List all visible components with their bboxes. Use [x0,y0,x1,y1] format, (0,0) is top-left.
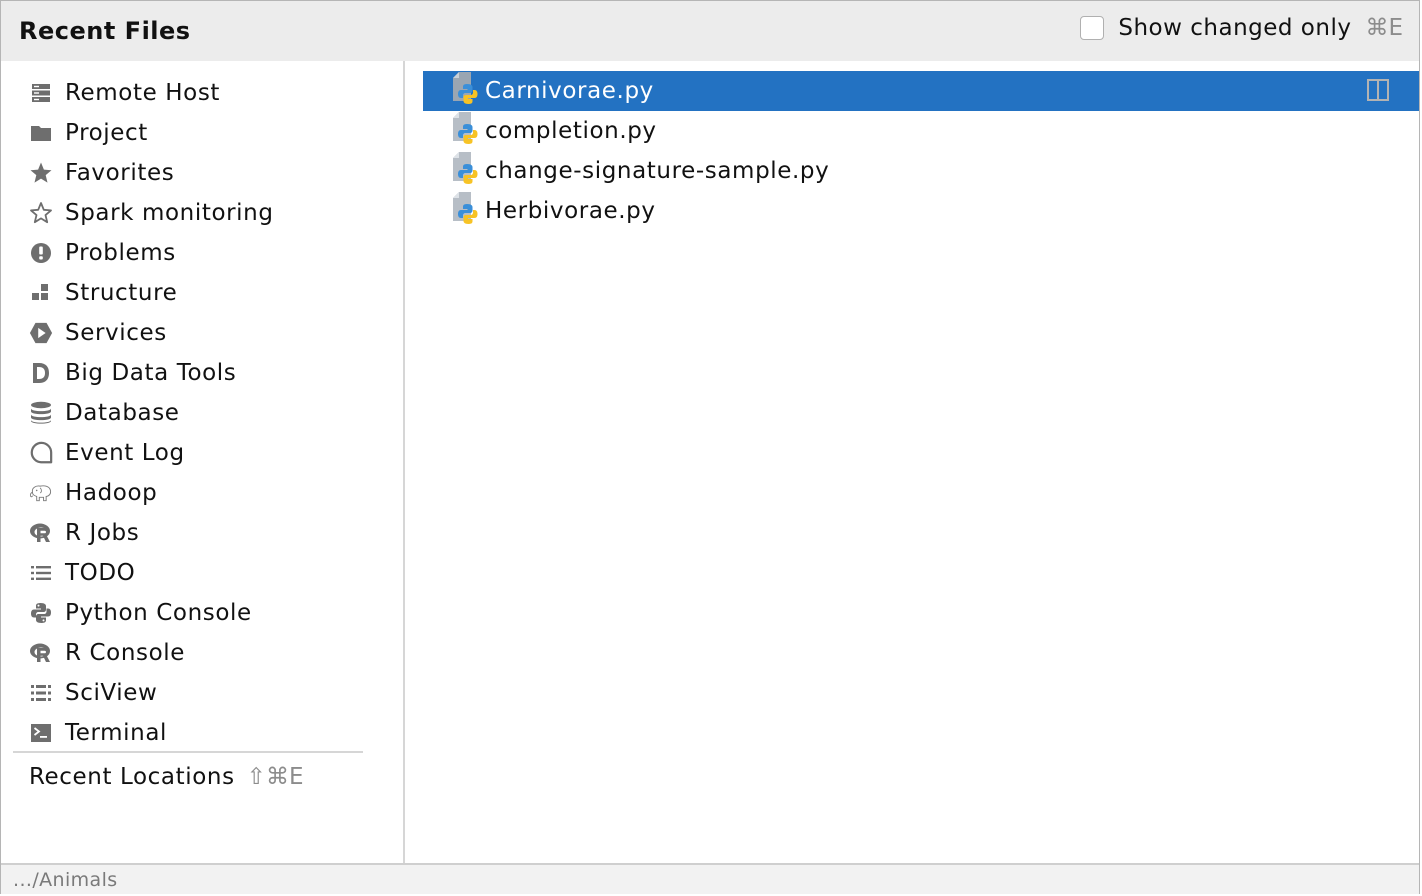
tool-window-services[interactable]: Services [1,313,403,353]
file-row-carnivorae[interactable]: Carnivorae.py [423,71,1419,111]
selected-file-path: .../Animals [13,869,118,891]
file-name: Carnivorae.py [485,78,654,104]
tool-window-favorites[interactable]: Favorites [1,153,403,193]
tool-window-project[interactable]: Project [1,113,403,153]
python-icon [29,601,53,625]
tool-window-label: Services [65,320,167,346]
tool-window-spark-monitoring[interactable]: Spark monitoring [1,193,403,233]
tool-windows-panel: Remote Host Project Favorites Spark moni… [1,61,403,863]
tool-windows-list: Remote Host Project Favorites Spark moni… [1,73,403,753]
r-logo-icon [29,641,53,665]
tool-window-label: Event Log [65,440,185,466]
tool-window-label: TODO [65,560,136,586]
file-name: change-signature-sample.py [485,158,830,184]
star-filled-icon [29,161,53,185]
python-file-icon [451,71,481,111]
tool-window-problems[interactable]: Problems [1,233,403,273]
r-logo-icon [29,521,53,545]
big-data-d-icon [29,361,53,385]
terminal-icon [29,721,53,745]
services-play-icon [29,321,53,345]
popup-title: Recent Files [19,17,191,45]
event-log-bubble-icon [29,441,53,465]
todo-list-icon [29,561,53,585]
folder-icon [29,121,53,145]
file-name: completion.py [485,118,657,144]
tool-window-label: Project [65,120,148,146]
recent-files-panel: Carnivorae.py completion.py change-signa… [405,61,1419,863]
status-footer: .../Animals [1,863,1419,894]
tool-window-structure[interactable]: Structure [1,273,403,313]
recent-files-popup: Recent Files Show changed only ⌘E Remote… [0,0,1420,894]
tool-window-label: Spark monitoring [65,200,274,226]
tool-window-label: Big Data Tools [65,360,237,386]
show-changed-only-shortcut: ⌘E [1365,15,1403,41]
tool-window-event-log[interactable]: Event Log [1,433,403,473]
open-in-split-icon[interactable] [1367,79,1389,101]
sciview-grid-icon [29,681,53,705]
file-row-completion[interactable]: completion.py [423,111,1419,151]
tool-window-label: Python Console [65,600,252,626]
exclamation-circle-icon [29,241,53,265]
popup-header: Recent Files Show changed only ⌘E [1,1,1419,61]
tool-window-r-console[interactable]: R Console [1,633,403,673]
tool-window-label: Database [65,400,180,426]
file-row-herbivorae[interactable]: Herbivorae.py [423,191,1419,231]
tool-window-label: Favorites [65,160,175,186]
tool-window-remote-host[interactable]: Remote Host [1,73,403,113]
tool-window-label: Structure [65,280,178,306]
tool-window-label: SciView [65,680,158,706]
hadoop-elephant-icon [29,481,53,505]
tool-window-r-jobs[interactable]: R Jobs [1,513,403,553]
tool-window-sciview[interactable]: SciView [1,673,403,713]
recent-locations-label: Recent Locations [29,764,235,790]
tool-window-hadoop[interactable]: Hadoop [1,473,403,513]
database-icon [29,401,53,425]
star-outline-icon [29,201,53,225]
tool-window-terminal[interactable]: Terminal [1,713,403,753]
python-file-icon [451,191,481,231]
tool-window-label: Terminal [65,720,167,746]
tool-window-big-data-tools[interactable]: Big Data Tools [1,353,403,393]
tool-window-label: Remote Host [65,80,221,106]
server-icon [29,81,53,105]
file-name: Herbivorae.py [485,198,656,224]
file-row-change-signature-sample[interactable]: change-signature-sample.py [423,151,1419,191]
python-file-icon [451,151,481,191]
tool-window-label: R Console [65,640,185,666]
tool-window-label: Hadoop [65,480,158,506]
tool-window-todo[interactable]: TODO [1,553,403,593]
recent-locations-shortcut: ⇧⌘E [246,764,304,790]
tool-window-python-console[interactable]: Python Console [1,593,403,633]
show-changed-only-toggle[interactable]: Show changed only ⌘E [1080,15,1403,41]
show-changed-only-label: Show changed only [1118,15,1352,41]
tool-window-label: R Jobs [65,520,140,546]
tool-window-label: Problems [65,240,176,266]
recent-files-list: Carnivorae.py completion.py change-signa… [423,71,1419,231]
recent-locations-separator [13,751,363,753]
recent-locations-link[interactable]: Recent Locations ⇧⌘E [29,757,303,797]
show-changed-only-checkbox[interactable] [1080,16,1105,40]
python-file-icon [451,111,481,151]
tool-window-database[interactable]: Database [1,393,403,433]
structure-icon [29,281,53,305]
